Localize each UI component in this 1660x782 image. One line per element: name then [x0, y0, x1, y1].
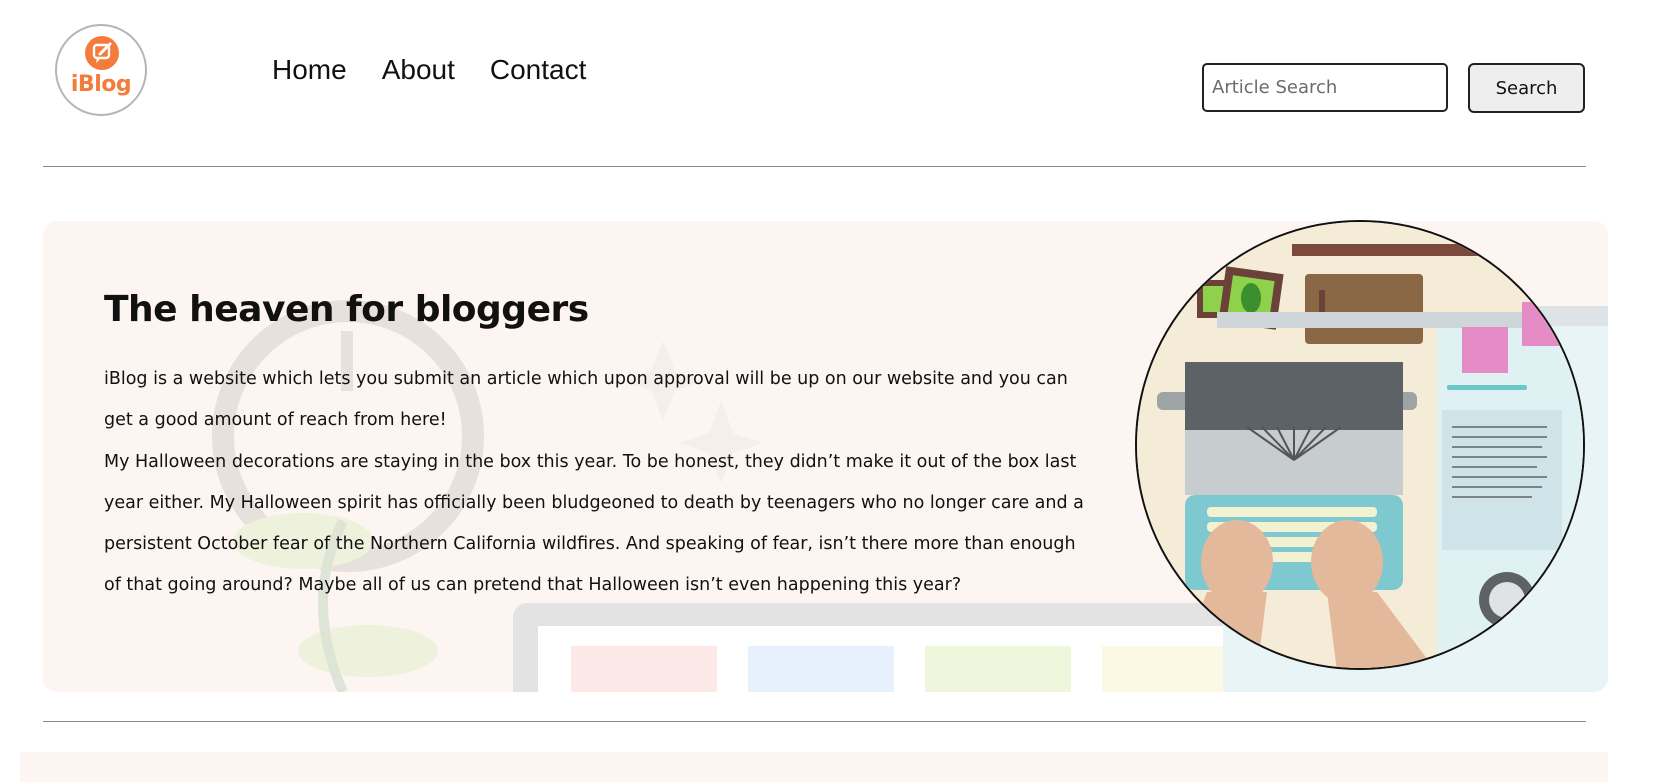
logo-wordmark: iBlog: [70, 72, 132, 97]
search-button[interactable]: Search: [1468, 63, 1585, 113]
typewriter-illustration: [1135, 220, 1585, 670]
site-logo[interactable]: iBlog: [55, 24, 147, 116]
hero-body: iBlog is a website which lets you submit…: [104, 359, 1094, 607]
next-section-strip: [20, 752, 1608, 782]
hero-title: The heaven for bloggers: [104, 289, 589, 330]
hero-paragraph: iBlog is a website which lets you submit…: [104, 369, 1068, 431]
nav-about-link[interactable]: About: [382, 54, 455, 86]
nav-contact-link[interactable]: Contact: [490, 54, 587, 86]
chat-edit-icon: [85, 36, 119, 70]
hero-paragraph: My Halloween decorations are staying in …: [104, 451, 1084, 596]
header-divider: [43, 166, 1586, 167]
article-search-input[interactable]: [1202, 63, 1448, 112]
section-divider: [43, 721, 1586, 722]
nav-home-link[interactable]: Home: [272, 54, 347, 86]
main-nav: Home About Contact: [272, 54, 586, 86]
